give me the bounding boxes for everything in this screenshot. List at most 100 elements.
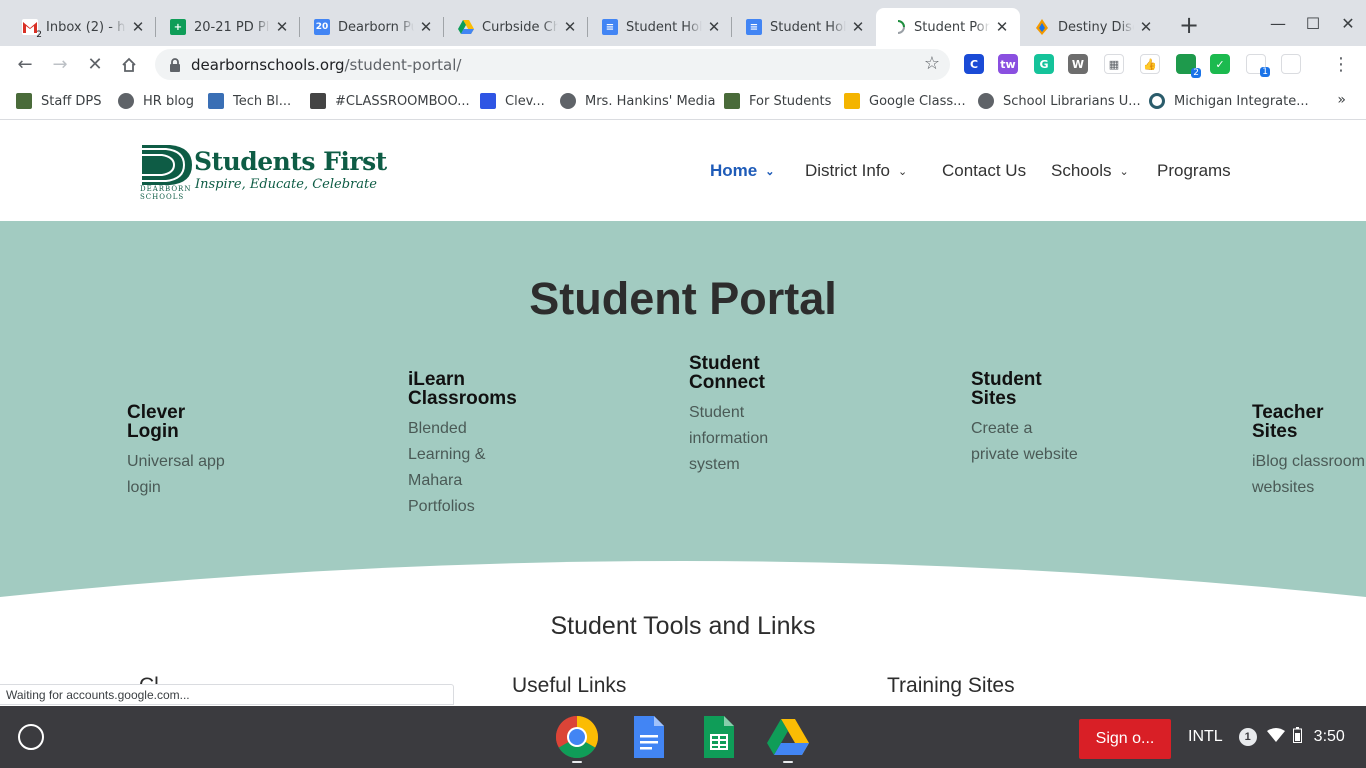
system-tray[interactable]: INTL 1 3:50 bbox=[1188, 724, 1345, 750]
maximize-icon[interactable]: ☐ bbox=[1301, 12, 1325, 36]
tab-student-portal[interactable]: Student Port ✕ bbox=[876, 8, 1020, 46]
close-tab-icon[interactable]: ✕ bbox=[706, 18, 722, 36]
card-student-connect[interactable]: Student Connect Student information system bbox=[689, 354, 869, 478]
tab-docs-2[interactable]: ≡ Student Holc ✕ bbox=[732, 8, 876, 46]
chat-ext-icon[interactable]: 2 bbox=[1176, 54, 1201, 78]
chevron-down-icon: ⌄ bbox=[765, 165, 775, 178]
bookmark-michigan[interactable]: Michigan Integrate... bbox=[1149, 93, 1309, 109]
tab-sheets[interactable]: + 20-21 PD Pla ✕ bbox=[156, 8, 300, 46]
bookmark-google-classroom[interactable]: Google Class... bbox=[844, 93, 966, 109]
dps-icon bbox=[724, 93, 740, 109]
sheets-app-icon[interactable] bbox=[696, 715, 740, 759]
close-tab-icon[interactable]: ✕ bbox=[418, 18, 434, 36]
close-tab-icon[interactable]: ✕ bbox=[1138, 18, 1154, 36]
drive-app-icon[interactable] bbox=[766, 715, 810, 759]
gmail-icon: 2 bbox=[22, 19, 42, 40]
new-tab-button[interactable]: + bbox=[1178, 13, 1200, 37]
site-logo[interactable]: DEARBORN SCHOOLS Students First Inspire, … bbox=[140, 145, 387, 201]
classroom-books-icon bbox=[310, 93, 326, 109]
close-tab-icon[interactable]: ✕ bbox=[850, 18, 866, 36]
screencast-ext-icon[interactable]: 1 bbox=[1246, 54, 1270, 77]
url-path: /student-portal/ bbox=[344, 55, 462, 74]
battery-icon bbox=[1292, 726, 1302, 748]
tab-title: Student Port bbox=[914, 19, 990, 35]
forward-arrow-icon[interactable]: → bbox=[47, 52, 73, 78]
address-bar[interactable]: dearbornschools.org/student-portal/ ☆ bbox=[155, 49, 950, 80]
card-ilearn-classrooms[interactable]: iLearn Classrooms Blended Learning & Mahara… bbox=[408, 370, 588, 520]
extension-badge: 2 bbox=[1191, 68, 1201, 78]
card-description: Student information system bbox=[689, 404, 769, 473]
tab-strip: 2 Inbox (2) - ha ✕ + 20-21 PD Pla ✕ 20 D… bbox=[0, 0, 1366, 46]
extension-badge: 1 bbox=[1260, 67, 1270, 77]
tab-docs-1[interactable]: ≡ Student Holc ✕ bbox=[588, 8, 732, 46]
bookmark-star-icon[interactable]: ☆ bbox=[924, 53, 940, 74]
loading-status-bar: Waiting for accounts.google.com... bbox=[0, 684, 454, 705]
home-icon[interactable] bbox=[116, 52, 142, 78]
globe-icon bbox=[978, 93, 994, 109]
checklist-ext-icon[interactable]: ✓ bbox=[1210, 54, 1230, 74]
nav-schools[interactable]: Schools ⌄ bbox=[1051, 161, 1129, 181]
docs-icon: ≡ bbox=[602, 19, 618, 35]
chromeos-shelf: Sign o... INTL 1 3:50 bbox=[0, 706, 1366, 768]
thumbs-up-ext-icon[interactable]: 👍 bbox=[1140, 54, 1160, 74]
notification-count-badge: 1 bbox=[1238, 728, 1257, 746]
docs-icon: ≡ bbox=[746, 19, 762, 35]
column-title-useful-links: Useful Links bbox=[512, 674, 627, 697]
grammarly-ext-icon[interactable]: G bbox=[1034, 54, 1054, 74]
docs-app-icon[interactable] bbox=[626, 715, 670, 759]
nav-district-info[interactable]: District Info ⌄ bbox=[805, 161, 907, 181]
bookmark-classroom-books[interactable]: #CLASSROOMBOO... bbox=[310, 93, 470, 109]
tab-title: 20-21 PD Pla bbox=[194, 19, 270, 35]
sheets-icon: + bbox=[170, 19, 186, 35]
tab-gmail[interactable]: 2 Inbox (2) - ha ✕ bbox=[8, 8, 156, 46]
chrome-app-icon[interactable] bbox=[555, 715, 599, 759]
close-tab-icon[interactable]: ✕ bbox=[562, 18, 578, 36]
michigan-icon bbox=[1149, 93, 1165, 109]
menu-kebab-icon[interactable]: ⋮ bbox=[1332, 54, 1350, 75]
minimize-icon[interactable]: — bbox=[1266, 12, 1290, 36]
bookmarks-overflow-icon[interactable]: » bbox=[1337, 92, 1346, 108]
tab-destiny[interactable]: Destiny Disc ✕ bbox=[1020, 8, 1164, 46]
grid-ext-icon[interactable]: ▦ bbox=[1104, 54, 1124, 74]
clever-ext-icon[interactable]: C bbox=[964, 54, 984, 74]
tab-title: Destiny Disc bbox=[1058, 19, 1134, 35]
stop-loading-icon[interactable]: ✕ bbox=[82, 52, 108, 78]
tab-drive[interactable]: Curbside Che ✕ bbox=[444, 8, 588, 46]
logo-district: DEARBORN SCHOOLS bbox=[140, 185, 192, 201]
card-teacher-sites[interactable]: Teacher Sites iBlog classroom websites bbox=[1252, 403, 1366, 501]
tab-title: Curbside Che bbox=[482, 19, 558, 35]
close-tab-icon[interactable]: ✕ bbox=[994, 18, 1010, 36]
tab-title: Student Holc bbox=[770, 19, 846, 35]
bookmark-clever[interactable]: Clev... bbox=[480, 93, 545, 109]
destiny-icon bbox=[1034, 19, 1050, 35]
wifi-icon bbox=[1266, 727, 1285, 747]
browser-toolbar: ← → ✕ dearbornschools.org/student-portal… bbox=[0, 46, 1366, 84]
hero-wave-divider bbox=[0, 561, 1366, 615]
nav-programs[interactable]: Programs bbox=[1157, 161, 1231, 181]
tab-calendar[interactable]: 20 Dearborn Pu ✕ bbox=[300, 8, 444, 46]
wordpress-ext-icon[interactable]: W bbox=[1068, 54, 1088, 74]
bookmark-tech-blog[interactable]: Tech Bl... bbox=[208, 93, 291, 109]
puzzle-ext-icon[interactable]: tw bbox=[998, 54, 1018, 74]
back-arrow-icon[interactable]: ← bbox=[12, 52, 38, 78]
chevron-down-icon: ⌄ bbox=[1119, 165, 1129, 178]
tools-section-title: Student Tools and Links bbox=[550, 612, 816, 640]
bookmark-hr-blog[interactable]: HR blog bbox=[118, 93, 194, 109]
clock: 3:50 bbox=[1313, 728, 1345, 745]
target-ext-icon[interactable] bbox=[1281, 54, 1301, 74]
launcher-icon[interactable] bbox=[18, 724, 44, 750]
bookmark-staff-dps[interactable]: Staff DPS bbox=[16, 93, 102, 109]
close-window-icon[interactable]: ✕ bbox=[1336, 12, 1360, 36]
bookmark-school-librarians[interactable]: School Librarians U... bbox=[978, 93, 1141, 109]
nav-contact-us[interactable]: Contact Us bbox=[942, 161, 1026, 181]
tech-blog-icon bbox=[208, 93, 224, 109]
nav-home[interactable]: Home ⌄ bbox=[710, 161, 774, 181]
card-clever-login[interactable]: Clever Login Universal app login bbox=[127, 403, 307, 501]
logo-title: Students First bbox=[194, 147, 387, 176]
bookmark-hankins-media[interactable]: Mrs. Hankins' Media bbox=[560, 93, 715, 109]
close-tab-icon[interactable]: ✕ bbox=[130, 18, 146, 36]
card-student-sites[interactable]: Student Sites Create a private website bbox=[971, 370, 1151, 468]
bookmark-for-students[interactable]: For Students bbox=[724, 93, 831, 109]
sign-out-button[interactable]: Sign o... bbox=[1079, 719, 1171, 759]
close-tab-icon[interactable]: ✕ bbox=[274, 18, 290, 36]
